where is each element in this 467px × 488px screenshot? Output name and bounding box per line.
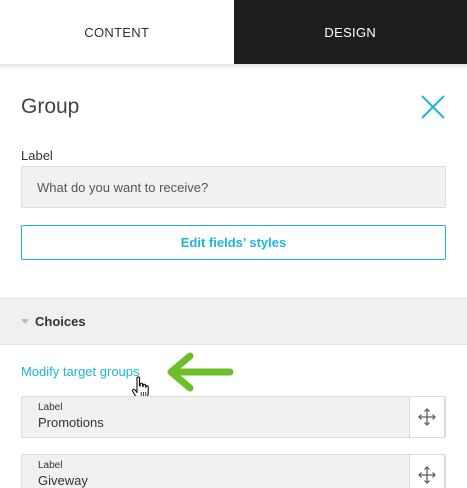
panel-shadow xyxy=(0,64,467,70)
drag-handle[interactable] xyxy=(409,396,445,438)
choices-section-title: Choices xyxy=(35,314,86,329)
tab-content[interactable]: CONTENT xyxy=(0,0,234,64)
edit-fields-styles-button[interactable]: Edit fields’ styles xyxy=(21,225,446,260)
label-field-label: Label xyxy=(21,148,53,163)
page-title: Group xyxy=(21,95,80,118)
annotation-arrow-icon xyxy=(167,352,234,392)
choice-item[interactable]: Label Promotions xyxy=(21,396,446,438)
tab-bar: CONTENT DESIGN xyxy=(0,0,467,64)
caret-down-icon xyxy=(21,319,29,324)
modify-target-groups-link[interactable]: Modify target groups xyxy=(21,364,140,379)
choice-value[interactable]: Promotions xyxy=(38,415,104,430)
choice-label: Label xyxy=(38,460,63,471)
choices-section-header[interactable]: Choices xyxy=(0,298,467,345)
move-icon xyxy=(418,408,436,426)
choice-item[interactable]: Label Giveway xyxy=(21,454,446,488)
close-icon[interactable] xyxy=(420,94,446,120)
tab-design[interactable]: DESIGN xyxy=(233,0,467,64)
label-input[interactable] xyxy=(21,166,446,208)
move-icon xyxy=(418,466,436,484)
choice-value[interactable]: Giveway xyxy=(38,473,88,488)
choice-label: Label xyxy=(38,402,63,413)
drag-handle[interactable] xyxy=(409,454,445,488)
